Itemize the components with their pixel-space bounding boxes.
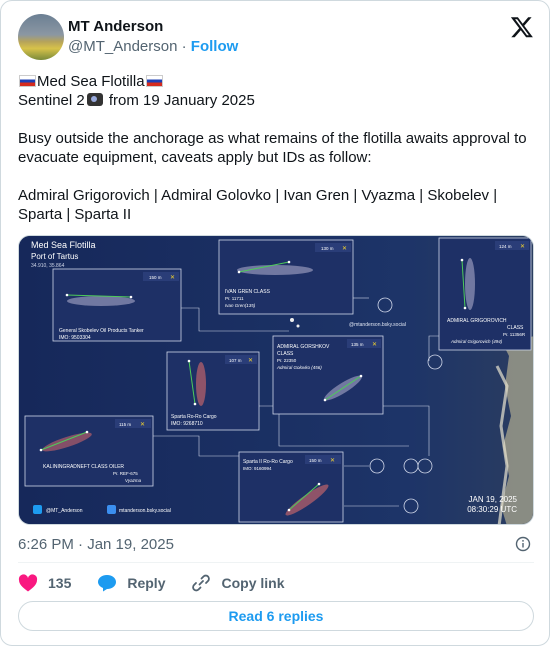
satellite-image[interactable]: Med Sea Flotilla Port of Tartus 34.910, … [18,235,534,525]
ship-class: IVAN GREN CLASS [225,289,271,295]
close-icon: ✕ [330,458,335,464]
scale-label: 107 m [229,358,242,363]
copy-link-label: Copy link [221,575,285,591]
tweet-line-1: Med Sea Flotilla [37,73,145,90]
reply-label: Reply [127,575,166,591]
info-icon[interactable] [515,536,531,552]
ship-name: General Skobelev Oil Products Tanker [59,328,144,334]
author-handle-row: @MT_Anderson · Follow [68,38,238,55]
ship-name: Admiral Golovko (456) [276,365,322,370]
scale-label: 150 m [309,458,322,463]
ship-project: Pr. REF-675 [113,471,138,476]
author-name[interactable]: MT Anderson [68,18,163,35]
tweet-paragraph-3: Admiral Grigorovich | Admiral Golovko | … [18,187,498,223]
reply-bubble-icon [98,575,117,592]
ship-class: ADMIRAL GRIGOROVICH [447,318,507,324]
close-icon: ✕ [342,246,347,252]
tweet-line-2-prefix: Sentinel 2 [18,92,85,109]
reply-button[interactable]: Reply [97,574,165,592]
close-icon: ✕ [170,275,175,281]
ship-imo: IMO: 9268710 [171,421,203,427]
russia-flag-icon [145,75,163,87]
close-icon: ✕ [248,358,253,364]
tweet-text: Med Sea Flotilla Sentinel 2 from 19 Janu… [18,72,534,224]
ship-name: Admiral Grigorovich (494) [450,339,503,344]
image-credit-mid: @mtanderson.bsky.social [349,322,406,328]
ship-class-suffix: CLASS [277,351,294,357]
close-icon: ✕ [372,342,377,348]
twitter-bird-icon [33,505,42,514]
ship-name: Sparta Ro-Ro Cargo [171,414,217,420]
scale-label: 150 m [149,275,162,280]
ship-imo: IMO: 9160994 [243,466,272,471]
heart-icon [18,574,38,592]
read-replies-button[interactable]: Read 6 replies [18,601,534,631]
divider [18,562,534,563]
ship-project: Pr. 22350 [277,358,297,363]
ship-name: Sparta II Ro-Ro Cargo [243,459,293,465]
inset-gorshkov: 135 m ✕ ADMIRAL GORSHKOV CLASS Pr. 22350… [272,335,384,415]
anchorage-marker [296,324,300,328]
tweet-line-2-suffix: from 19 January 2025 [104,92,255,109]
credit-bsky-handle: mtanderson.bsky.social [119,508,171,514]
image-date: JAN 19, 2025 [469,495,518,504]
ship-class: KALININGRADNEFT CLASS OILER [43,464,124,470]
avatar[interactable] [18,14,64,60]
link-icon [192,574,211,592]
ship-class-suffix: CLASS [507,325,524,331]
inset-kaliningrad: 115 m ✕ KALININGRADNEFT CLASS OILER Pr. … [24,415,154,487]
bluesky-icon [107,505,116,514]
like-button[interactable]: 135 [18,574,71,592]
separator: · [181,38,187,55]
x-logo-icon[interactable] [510,15,534,39]
copy-link-button[interactable]: Copy link [191,574,285,592]
inset-sparta: 107 m ✕ Sparta Ro-Ro Cargo IMO: 9268710 [166,351,260,431]
image-coords: 34.910, 35.864 [31,263,65,269]
scale-label: 130 m [321,246,334,251]
scale-label: 135 m [351,342,364,347]
ship-project: Pr. 11711 [225,296,244,301]
follow-button[interactable]: Follow [191,38,239,55]
ship-name: Vyazma [125,478,142,483]
inset-sparta-ii: 150 m ✕ Sparta II Ro-Ro Cargo IMO: 91609… [238,451,344,523]
image-title: Med Sea Flotilla [31,240,96,250]
scale-label: 115 m [119,422,131,427]
anchorage-marker [290,318,294,322]
author-handle[interactable]: @MT_Anderson [68,38,177,55]
close-icon: ✕ [520,244,525,250]
scale-label: 124 m [499,244,512,249]
ship-imo: IMO: 9503304 [59,335,91,341]
inset-ivan-gren: 130 m ✕ IVAN GREN CLASS Pr. 11711 Ivan G… [218,239,354,315]
russia-flag-icon [19,75,36,87]
tweet-card: MT Anderson @MT_Anderson · Follow Med Se… [0,0,550,646]
ship-project: Pr. 11356R [503,332,526,337]
ship-class: ADMIRAL GORSHKOV [277,344,330,350]
tweet-paragraph-2: Busy outside the anchorage as what remai… [18,130,527,166]
action-bar: 135 Reply Copy link [18,572,311,594]
close-icon: ✕ [140,422,145,428]
ship-name: Ivan Gren(135) [225,303,256,308]
like-count: 135 [48,575,72,591]
inset-grigorovich: 124 m ✕ ADMIRAL GRIGOROVICH CLASS Pr. 11… [438,237,532,351]
image-subtitle: Port of Tartus [31,252,78,261]
image-time: 08:30:29 UTC [467,505,517,514]
camera-icon [86,93,103,106]
tweet-timestamp[interactable]: 6:26 PM · Jan 19, 2025 [18,536,174,553]
inset-skobelev: 150 m ✕ General Skobelev Oil Products Ta… [52,268,182,342]
credit-x-handle: @MT_Anderson [46,508,83,514]
